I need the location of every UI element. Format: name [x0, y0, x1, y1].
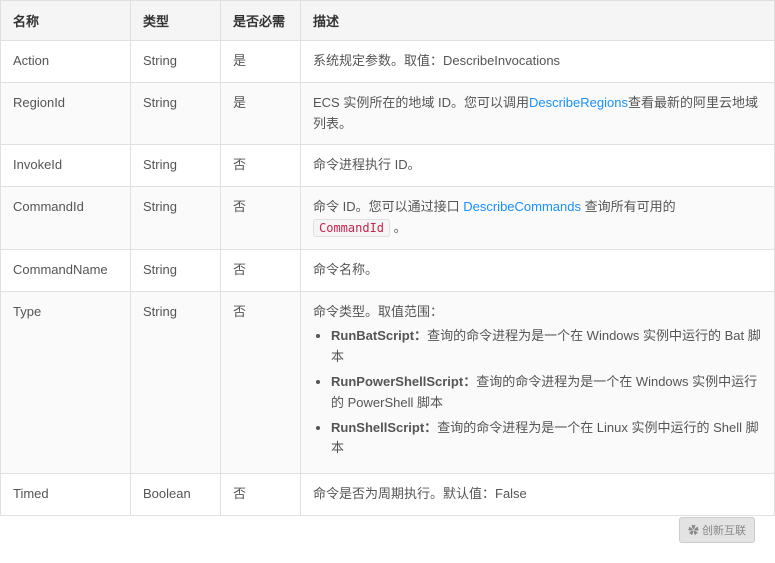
- cell-required: 是: [221, 82, 301, 145]
- cell-name: RegionId: [1, 82, 131, 145]
- watermark-label: 创新互联: [702, 525, 746, 537]
- table-row: RegionIdString是ECS 实例所在的地域 ID。您可以调用Descr…: [1, 82, 775, 145]
- list-item: RunBatScript：查询的命令进程为是一个在 Windows 实例中运行的…: [331, 326, 762, 368]
- cell-type: String: [131, 145, 221, 187]
- cell-required: 否: [221, 291, 301, 474]
- cell-required: 是: [221, 41, 301, 83]
- cell-required: 否: [221, 187, 301, 250]
- cell-required: 否: [221, 145, 301, 187]
- cell-name: CommandName: [1, 249, 131, 291]
- header-desc: 描述: [301, 1, 775, 41]
- cell-required: 否: [221, 474, 301, 516]
- cell-desc: 命令是否为周期执行。默认值：False: [301, 474, 775, 516]
- table-row: ActionString是系统规定参数。取值：DescribeInvocatio…: [1, 41, 775, 83]
- header-required: 是否必需: [221, 1, 301, 41]
- cell-type: String: [131, 187, 221, 250]
- cell-desc: ECS 实例所在的地域 ID。您可以调用DescribeRegions查看最新的…: [301, 82, 775, 145]
- cell-desc: 命令类型。取值范围： RunBatScript：查询的命令进程为是一个在 Wind…: [301, 291, 775, 474]
- desc-link[interactable]: DescribeCommands: [463, 199, 581, 214]
- cell-required: 否: [221, 249, 301, 291]
- cell-type: Boolean: [131, 474, 221, 516]
- desc-code: CommandId: [313, 219, 390, 237]
- cell-name: InvokeId: [1, 145, 131, 187]
- table-row: CommandIdString否命令 ID。您可以通过接口 DescribeCo…: [1, 187, 775, 250]
- cell-type: String: [131, 41, 221, 83]
- header-type: 类型: [131, 1, 221, 41]
- cell-desc: 命令名称。: [301, 249, 775, 291]
- cell-name: Timed: [1, 474, 131, 516]
- table-row: TimedBoolean否命令是否为周期执行。默认值：False: [1, 474, 775, 516]
- table-row: CommandNameString否命令名称。: [1, 249, 775, 291]
- watermark-icon: ✿: [688, 525, 699, 537]
- list-item: RunPowerShellScript：查询的命令进程为是一个在 Windows…: [331, 372, 762, 414]
- watermark: ✿ 创新互联: [679, 517, 755, 543]
- cell-type: String: [131, 291, 221, 474]
- desc-intro: 命令类型。取值范围：: [313, 304, 443, 319]
- list-item: RunShellScript：查询的命令进程为是一个在 Linux 实例中运行的…: [331, 418, 762, 460]
- cell-desc: 系统规定参数。取值：DescribeInvocations: [301, 41, 775, 83]
- cell-type: String: [131, 249, 221, 291]
- header-name: 名称: [1, 1, 131, 41]
- cell-desc: 命令 ID。您可以通过接口 DescribeCommands 查询所有可用的Co…: [301, 187, 775, 250]
- cell-type: String: [131, 82, 221, 145]
- desc-link[interactable]: DescribeRegions: [529, 95, 628, 110]
- desc-list: RunBatScript：查询的命令进程为是一个在 Windows 实例中运行的…: [313, 326, 762, 459]
- table-row: InvokeIdString否命令进程执行 ID。: [1, 145, 775, 187]
- table-row: TypeString否命令类型。取值范围： RunBatScript：查询的命令进…: [1, 291, 775, 474]
- cell-name: Type: [1, 291, 131, 474]
- cell-name: Action: [1, 41, 131, 83]
- cell-desc: 命令进程执行 ID。: [301, 145, 775, 187]
- params-table: 名称 类型 是否必需 描述 ActionString是系统规定参数。取值：Des…: [0, 0, 775, 516]
- cell-name: CommandId: [1, 187, 131, 250]
